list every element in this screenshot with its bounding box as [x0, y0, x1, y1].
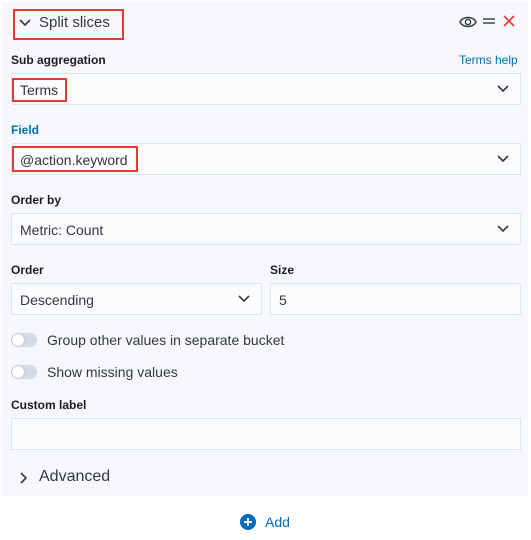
order-by-value: Metric: Count	[20, 222, 104, 238]
highlight-split-slices	[13, 9, 124, 40]
custom-label-label: Custom label	[11, 398, 87, 412]
sub-aggregation-select[interactable]: Terms	[11, 73, 521, 105]
advanced-toggle[interactable]: Advanced	[14, 466, 124, 488]
group-other-toggle[interactable]	[11, 333, 37, 347]
custom-label-input[interactable]	[11, 418, 521, 450]
toggle-knob	[12, 366, 24, 378]
field-label: Field	[11, 123, 40, 137]
drag-handle-icon[interactable]	[482, 16, 496, 26]
advanced-label: Advanced	[39, 468, 111, 485]
size-label: Size	[270, 263, 295, 277]
close-icon[interactable]	[503, 15, 515, 27]
add-label: Add	[265, 514, 290, 530]
chevron-right-icon	[20, 472, 28, 484]
chevron-down-icon	[497, 155, 509, 163]
show-missing-toggle[interactable]	[11, 365, 37, 379]
order-select[interactable]: Descending	[11, 283, 262, 315]
add-button[interactable]: Add	[240, 512, 296, 532]
group-other-label: Group other values in separate bucket	[47, 332, 285, 348]
order-label: Order	[11, 263, 44, 277]
highlight-terms	[12, 78, 67, 102]
chevron-down-icon	[497, 225, 509, 233]
sub-aggregation-label: Sub aggregation	[11, 53, 106, 67]
highlight-field	[12, 146, 138, 172]
size-value: 5	[279, 292, 287, 308]
order-value: Descending	[20, 292, 94, 308]
toggle-knob	[12, 334, 24, 346]
chevron-down-icon	[238, 295, 250, 303]
eye-icon[interactable]	[459, 15, 477, 29]
order-by-select[interactable]: Metric: Count	[11, 213, 521, 245]
terms-help-link[interactable]: Terms help	[459, 53, 518, 67]
chevron-down-icon	[497, 85, 509, 93]
order-by-label: Order by	[11, 193, 62, 207]
show-missing-label: Show missing values	[47, 364, 178, 380]
size-input[interactable]: 5	[270, 283, 521, 315]
plus-circle-icon	[240, 514, 256, 530]
